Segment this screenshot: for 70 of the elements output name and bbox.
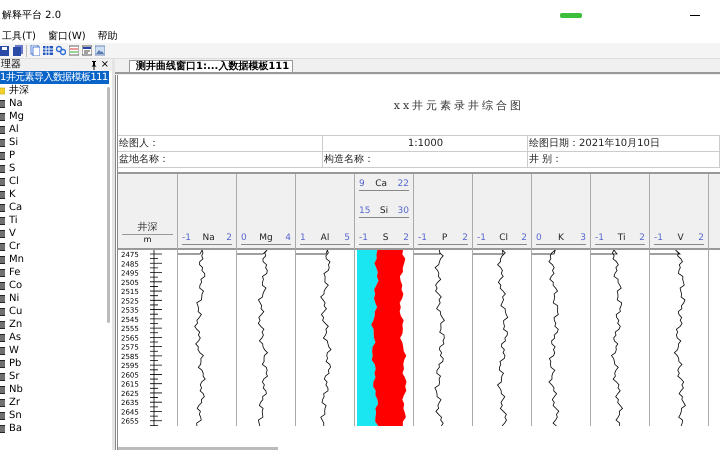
- tree-item[interactable]: Ni: [9, 292, 20, 305]
- picture-icon: [95, 44, 105, 56]
- scale-label: -1 S 2: [359, 233, 409, 245]
- tree-item[interactable]: Ca: [9, 201, 22, 214]
- tree-item[interactable]: Cl: [9, 175, 19, 188]
- tree-item[interactable]: Nb: [9, 383, 23, 396]
- panel-title: 理器: [1, 59, 22, 71]
- tree-item[interactable]: Co: [9, 279, 22, 292]
- scrollbar-thumb[interactable]: [107, 87, 110, 323]
- toolbar-button[interactable]: [82, 44, 92, 56]
- info-cell: 绘图日期：2021年10月10日: [528, 136, 720, 152]
- scrollbar-thumb[interactable]: [118, 447, 278, 450]
- chain-icon: [56, 44, 66, 56]
- pin-icon: [90, 60, 97, 70]
- chart-title: xx井元素录井综合图: [394, 98, 524, 112]
- tree-item[interactable]: V: [9, 227, 16, 240]
- pin-button[interactable]: [90, 60, 97, 70]
- menu-item[interactable]: 帮助: [98, 30, 118, 43]
- info-cell: 盆地名称：: [118, 152, 323, 168]
- tree-item[interactable]: Pb: [9, 357, 22, 370]
- tree-item[interactable]: Si: [9, 136, 18, 149]
- tree-item[interactable]: Sn: [9, 409, 22, 422]
- tree-item[interactable]: As: [9, 331, 22, 344]
- track-name: 井深: [122, 222, 173, 235]
- scale-label: -1 Na 2: [182, 233, 232, 245]
- info-cell: 井 别：: [528, 152, 720, 168]
- tree-item[interactable]: 1井元素导入数据模板111: [0, 71, 109, 84]
- toolbar-button[interactable]: [69, 44, 79, 56]
- document-tab[interactable]: 测井曲线窗口1:...入数据模板111: [129, 60, 294, 72]
- unit-label: m: [142, 235, 152, 245]
- window-title: 解释平台 2.0: [2, 8, 62, 22]
- tree-item[interactable]: Cr: [9, 240, 20, 253]
- toolbar-button[interactable]: [13, 44, 23, 56]
- menu-item[interactable]: 窗口(W): [48, 30, 86, 43]
- scale-label: 15 Si 30: [359, 206, 409, 218]
- tree-item[interactable]: W: [9, 344, 19, 357]
- scale-label: -1 P 2: [418, 233, 468, 245]
- menu-item[interactable]: 工具(T): [2, 30, 36, 43]
- toolbar-button[interactable]: [56, 44, 66, 56]
- tree-item[interactable]: Al: [9, 123, 19, 136]
- tree-item[interactable]: Cu: [9, 305, 22, 318]
- tree-item[interactable]: K: [9, 188, 16, 201]
- disks-icon: [13, 44, 23, 56]
- tree-item[interactable]: Zr: [9, 396, 20, 409]
- tree-item[interactable]: Ti: [9, 214, 18, 227]
- tree-item[interactable]: Sr: [9, 370, 20, 383]
- scale-label: 1 Al 5: [300, 233, 350, 245]
- scale-label: -1 Cl 2: [477, 233, 527, 245]
- scale-label: 9 Ca 22: [359, 179, 409, 191]
- status-indicator-bar: [560, 12, 582, 18]
- scale-label: -1 Ti 2: [595, 233, 645, 245]
- toolbar-button[interactable]: [0, 44, 10, 56]
- tree-item[interactable]: Zn: [9, 318, 22, 331]
- info-cell: 绘图人：: [118, 136, 323, 152]
- tree-item[interactable]: S: [9, 162, 16, 175]
- toolbar-button[interactable]: [30, 44, 40, 56]
- tree-item[interactable]: Mg: [9, 110, 24, 123]
- scale-label: -1 V 2: [654, 233, 704, 245]
- scale-label: 0 Mg 4: [241, 233, 291, 245]
- close-button[interactable]: ×: [100, 59, 109, 71]
- scale-label: 0 K 3: [536, 233, 586, 245]
- tree-item[interactable]: Na: [9, 97, 23, 110]
- info-cell: 构造名称：: [323, 152, 528, 168]
- info-cell: 1:1000: [323, 136, 528, 152]
- tree-item[interactable]: 井深: [9, 84, 29, 97]
- tree-item[interactable]: P: [9, 149, 16, 162]
- tree-item[interactable]: Mn: [9, 253, 24, 266]
- tree-item[interactable]: Ba: [9, 422, 22, 435]
- folder-icon: [0, 86, 5, 94]
- tree-item[interactable]: Fe: [9, 266, 20, 279]
